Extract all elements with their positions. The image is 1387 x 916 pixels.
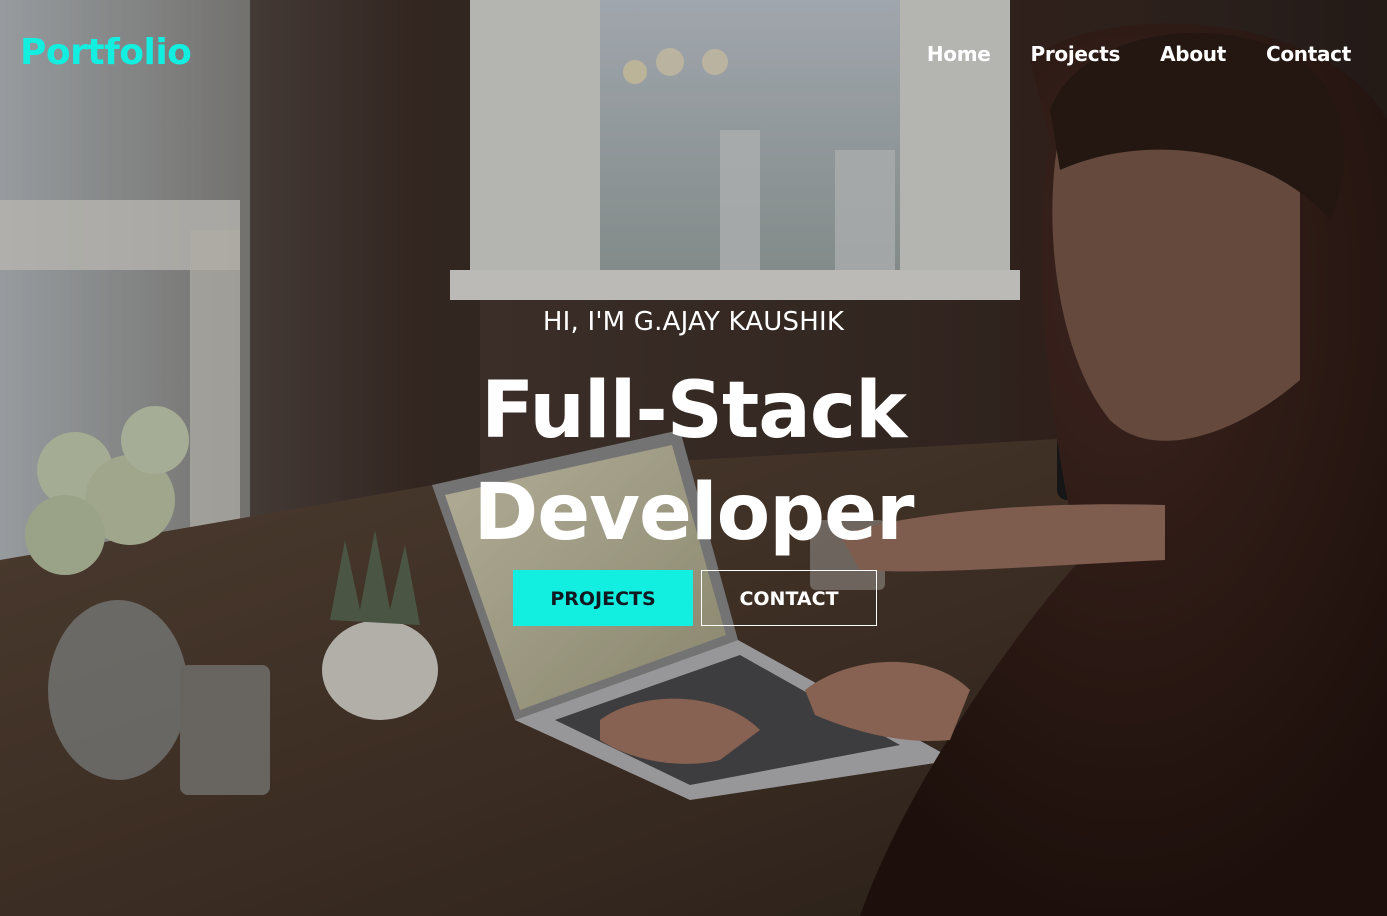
contact-button[interactable]: CONTACT (701, 570, 877, 626)
projects-button[interactable]: PROJECTS (513, 570, 693, 626)
nav-link-home[interactable]: Home (927, 42, 991, 66)
nav-link-contact[interactable]: Contact (1266, 42, 1351, 66)
nav-link-about[interactable]: About (1160, 42, 1226, 66)
hero-title-line-2: Developer (473, 468, 915, 558)
top-navbar: Portfolio Home Projects About Contact (0, 0, 1387, 110)
hero-section: Portfolio Home Projects About Contact HI… (0, 0, 1387, 916)
logo-link[interactable]: Portfolio (20, 32, 192, 73)
hero-intro: HI, I'M G.AJAY KAUSHIK (542, 307, 845, 337)
hero-title: Full-Stack Developer (0, 360, 1387, 564)
hero-title-line-1: Full-Stack (481, 366, 907, 456)
nav-links: Home Projects About Contact (927, 42, 1351, 66)
nav-link-projects[interactable]: Projects (1031, 42, 1121, 66)
